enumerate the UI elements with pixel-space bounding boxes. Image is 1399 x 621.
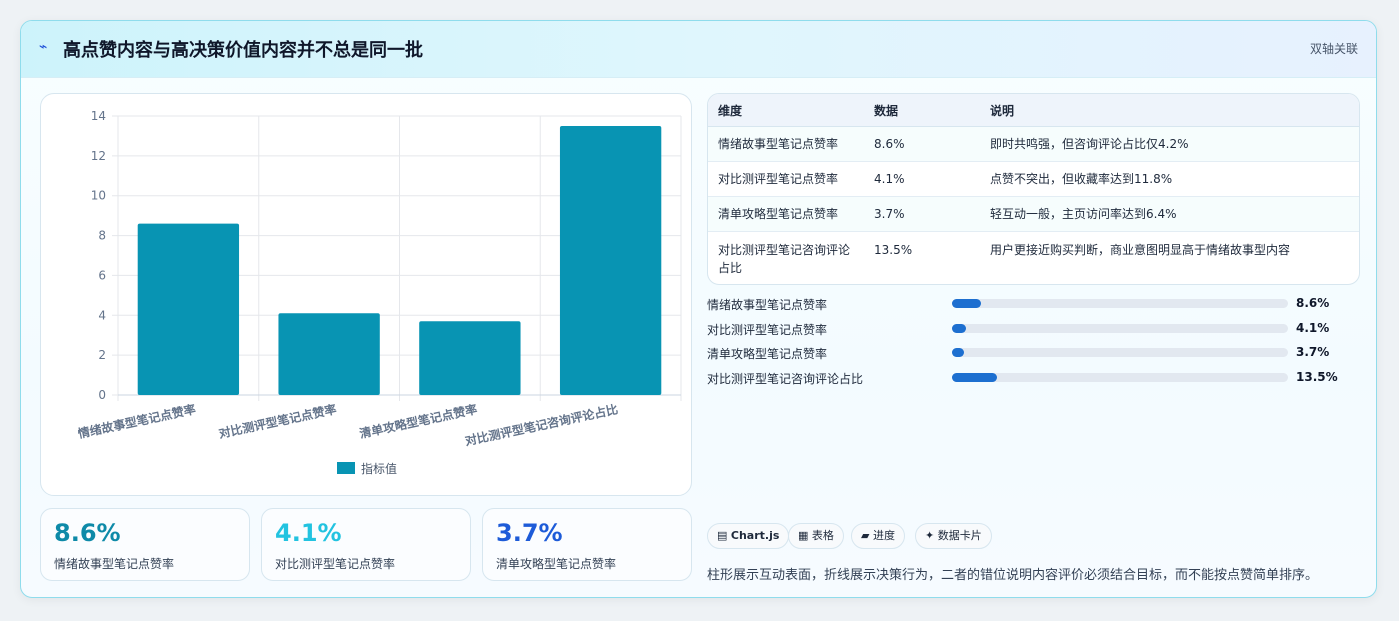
y-tick-label: 6	[98, 268, 106, 282]
progress-label: 清单攻略型笔记点赞率	[707, 347, 828, 361]
y-tick-label: 4	[98, 308, 106, 322]
progress-row: 对比测评型笔记咨询评论占比 13.5%	[707, 367, 1347, 389]
x-tick-label: 清单攻略型笔记点赞率	[358, 401, 479, 441]
table-cell: 清单攻略型笔记点赞率	[708, 196, 864, 232]
kpi-value: 8.6%	[54, 519, 121, 547]
sparkle-icon: ✦	[925, 529, 935, 542]
table-cell: 3.7%	[864, 196, 980, 232]
kpi-card: 8.6% 情绪故事型笔记点赞率	[40, 508, 250, 581]
table-cell: 即时共鸣强，但咨询评论占比仅4.2%	[980, 126, 1359, 162]
progress-label: 对比测评型笔记咨询评论占比	[707, 372, 864, 386]
chip-progress[interactable]: ▰ 进度	[851, 523, 905, 549]
y-tick-label: 2	[98, 348, 106, 362]
table-row: 情绪故事型笔记点赞率 8.6% 即时共鸣强，但咨询评论占比仅4.2%	[708, 126, 1359, 162]
y-tick-label: 10	[91, 189, 106, 203]
progress-value: 13.5%	[1296, 370, 1338, 384]
table-header: 维度	[708, 94, 864, 127]
progress-fill	[952, 299, 981, 308]
table-cell: 对比测评型笔记咨询评论占比	[718, 243, 851, 275]
table-cell: 用户更接近购买判断，商业意图明显高于情绪故事型内容	[990, 243, 1291, 257]
table-cell: 点赞不突出，但收藏率达到11.8%	[980, 161, 1359, 197]
progress-row: 清单攻略型笔记点赞率 3.7%	[707, 342, 1347, 364]
header-tag: 双轴关联	[1309, 42, 1358, 56]
chip-datacard[interactable]: ✦ 数据卡片	[915, 523, 992, 549]
footnote: 柱形展示互动表面，折线展示决策行为，二者的错位说明内容评价必须结合目标，而不能按…	[707, 568, 1319, 583]
bar	[137, 223, 240, 395]
table-cell: 情绪故事型笔记点赞率	[708, 126, 864, 162]
x-tick-label: 情绪故事型笔记点赞率	[76, 401, 197, 441]
table-icon: ▦	[798, 529, 809, 542]
progress-track	[952, 348, 1288, 357]
bar-chart: 0 2 4 6 8 10 12 14 情绪故事型笔记点赞率 对比测评型笔记点赞率 清单攻略型笔记点赞…	[76, 109, 682, 476]
chip-label: 数据卡片	[937, 529, 982, 542]
x-tick-label: 对比测评型笔记咨询评论占比	[464, 401, 620, 448]
progress-row: 对比测评型笔记点赞率 4.1%	[707, 318, 1347, 340]
progress-track	[952, 373, 1288, 382]
bar-chart-panel: 0 2 4 6 8 10 12 14 情绪故事型笔记点赞率 对比测评型笔记点赞率 清单攻略型笔记点赞…	[40, 93, 692, 496]
table-cell: 8.6%	[864, 126, 980, 162]
bar	[419, 321, 521, 395]
chip-chartjs[interactable]: ▤ Chart.js	[707, 523, 790, 549]
table-cell: 对比测评型笔记点赞率	[708, 161, 864, 197]
progress-fill	[952, 348, 965, 357]
progress-value: 3.7%	[1296, 345, 1330, 359]
chip-table[interactable]: ▦ 表格	[788, 523, 844, 549]
table-cell: 13.5%	[874, 243, 913, 257]
progress-track	[952, 299, 1288, 308]
chip-label: 进度	[872, 529, 895, 542]
table-header: 说明	[980, 94, 1359, 127]
sparkle-icon: ⌁	[39, 39, 48, 55]
page-title: 高点赞内容与高决策价值内容并不总是同一批	[63, 40, 423, 61]
table-row: 对比测评型笔记咨询评论占比 13.5% 用户更接近购买判断，商业意图明显高于情绪…	[708, 232, 1359, 285]
dashboard-card: ⌁ 高点赞内容与高决策价值内容并不总是同一批 双轴关联 0 2 4 6 8 10 12 14 情…	[20, 20, 1377, 598]
table-row: 对比测评型笔记点赞率 4.1% 点赞不突出，但收藏率达到11.8%	[708, 161, 1359, 197]
progress-row: 情绪故事型笔记点赞率 8.6%	[707, 293, 1347, 315]
progress-icon: ▰	[861, 529, 870, 542]
kpi-label: 对比测评型笔记点赞率	[275, 557, 396, 571]
y-tick-label: 14	[91, 109, 106, 123]
legend-label: 指标值	[361, 461, 397, 476]
progress-value: 8.6%	[1296, 296, 1330, 310]
progress-value: 4.1%	[1296, 321, 1330, 335]
kpi-value: 4.1%	[275, 519, 342, 547]
legend-swatch	[337, 462, 355, 474]
table-header: 数据	[864, 94, 980, 127]
progress-fill	[952, 324, 966, 333]
y-tick-label: 12	[91, 149, 106, 163]
progress-label: 情绪故事型笔记点赞率	[707, 298, 828, 312]
table-row: 清单攻略型笔记点赞率 3.7% 轻互动一般，主页访问率达到6.4%	[708, 196, 1359, 232]
chip-label: Chart.js	[730, 529, 780, 542]
bar	[278, 313, 380, 395]
bar	[559, 125, 662, 395]
kpi-label: 情绪故事型笔记点赞率	[54, 557, 175, 571]
kpi-card: 4.1% 对比测评型笔记点赞率	[261, 508, 471, 581]
table-cell: 轻互动一般，主页访问率达到6.4%	[980, 196, 1359, 232]
kpi-card: 3.7% 清单攻略型笔记点赞率	[482, 508, 692, 581]
card-header: ⌁ 高点赞内容与高决策价值内容并不总是同一批 双轴关联	[21, 21, 1376, 78]
chip-label: 表格	[811, 529, 834, 542]
y-tick-label: 8	[98, 229, 106, 243]
kpi-label: 清单攻略型笔记点赞率	[496, 557, 617, 571]
progress-label: 对比测评型笔记点赞率	[707, 323, 828, 337]
kpi-value: 3.7%	[496, 519, 563, 547]
progress-track	[952, 324, 1288, 333]
data-table: 维度 数据 说明 情绪故事型笔记点赞率 8.6% 即时共鸣强，但咨询评论占比仅4…	[707, 93, 1360, 285]
table-cell: 4.1%	[864, 161, 980, 197]
progress-fill	[952, 373, 998, 382]
chart-icon: ▤	[717, 529, 728, 542]
x-tick-label: 对比测评型笔记点赞率	[217, 401, 338, 441]
y-tick-label: 0	[98, 388, 106, 402]
